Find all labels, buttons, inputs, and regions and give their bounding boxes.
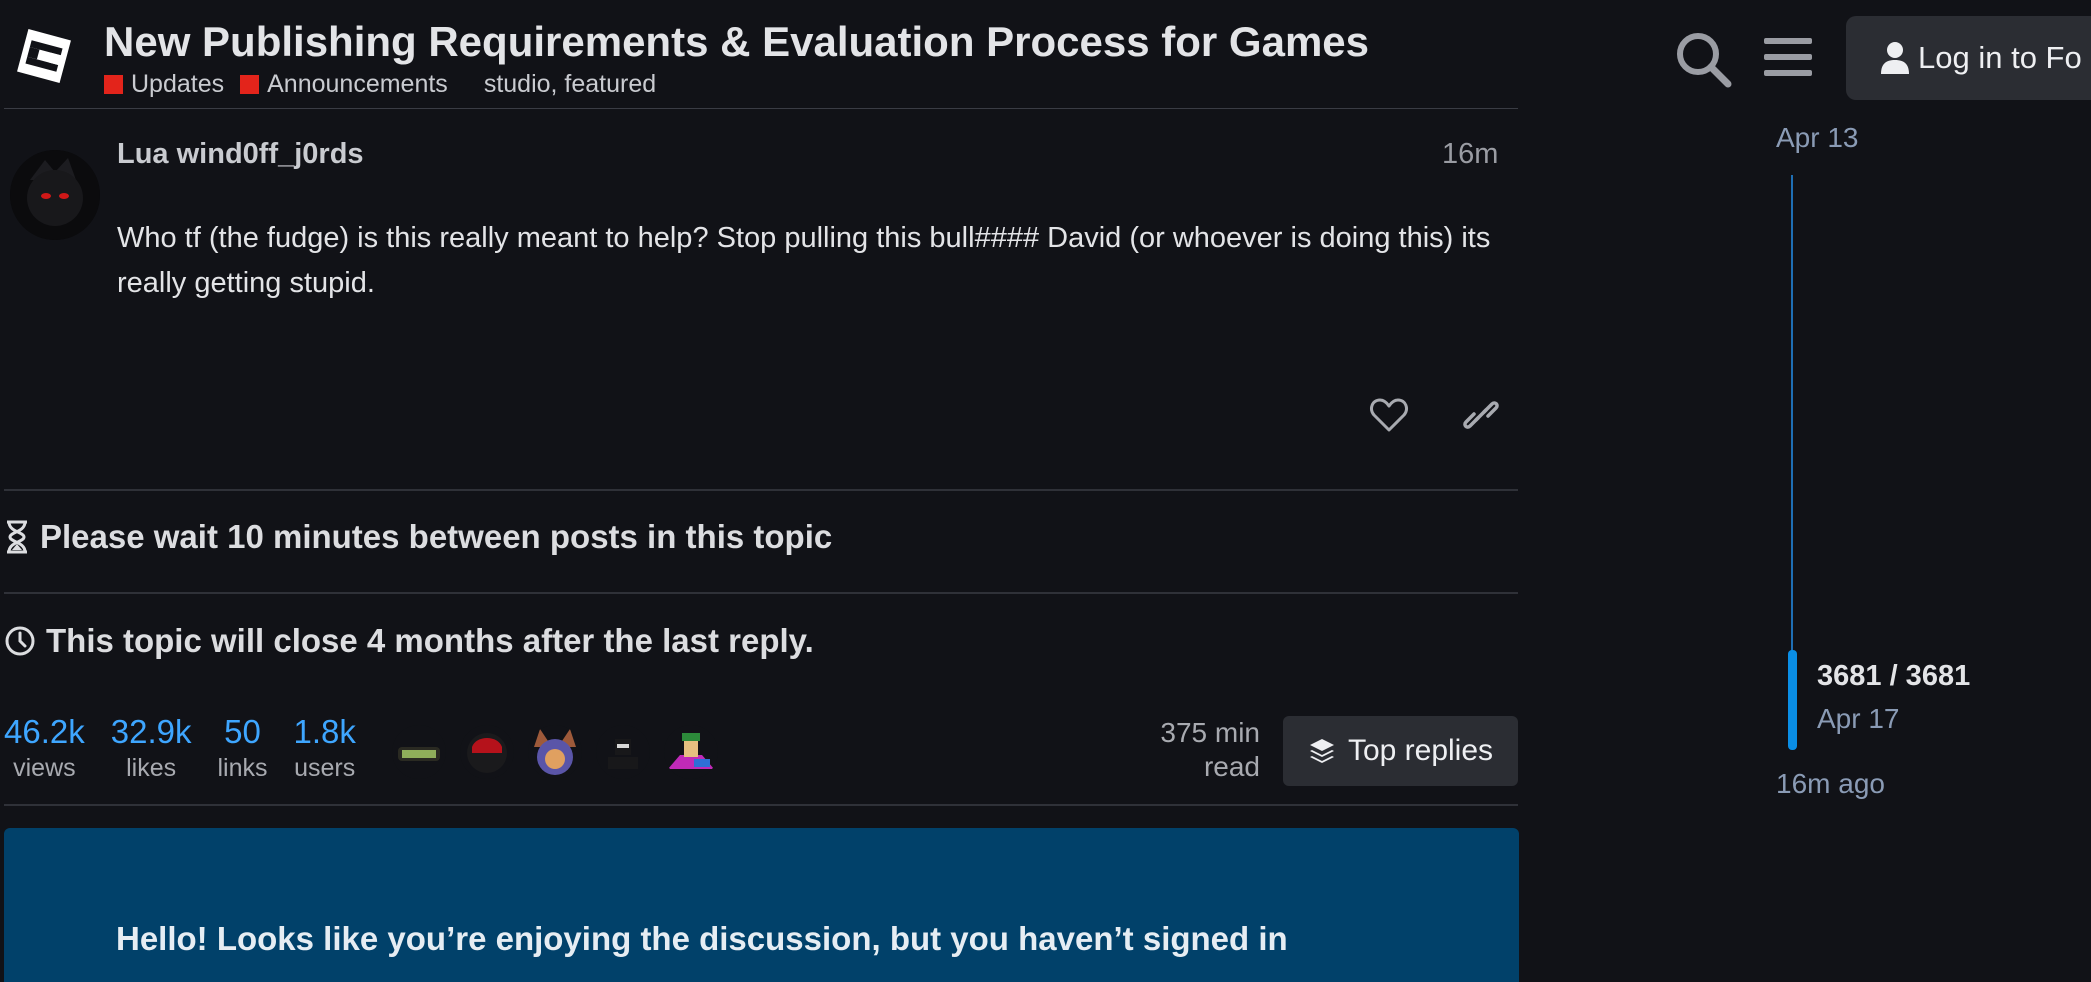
topic-stats: 46.2k views 32.9k likes 50 links 1.8k us…	[4, 712, 382, 784]
heart-icon	[1370, 398, 1408, 432]
timeline-position: 3681 / 3681	[1817, 660, 1971, 692]
participant-avatar[interactable]	[528, 725, 582, 779]
clock-icon	[5, 626, 35, 656]
post-timestamp[interactable]: 16m	[1442, 138, 1498, 171]
post-username[interactable]: Lua wind0ff_j0rds	[117, 138, 364, 171]
topic-tags[interactable]: studio, featured	[484, 70, 656, 99]
timeline-scrollbar-track[interactable]	[1791, 175, 1793, 653]
stat-label: users	[294, 754, 356, 782]
stat-label: likes	[126, 754, 177, 782]
stat-label: links	[217, 754, 268, 782]
top-replies-button[interactable]: Top replies	[1283, 716, 1518, 786]
post-avatar[interactable]	[10, 150, 100, 240]
search-button[interactable]	[1672, 28, 1734, 90]
read-time: 375 min read	[1120, 716, 1260, 784]
like-button[interactable]	[1368, 394, 1410, 436]
category-label: Announcements	[267, 70, 448, 98]
participant-avatar[interactable]	[460, 725, 514, 779]
hamburger-menu-button[interactable]	[1762, 30, 1816, 84]
hamburger-icon	[1764, 38, 1812, 76]
login-button[interactable]: Log in to Fo	[1846, 16, 2091, 100]
site-header: New Publishing Requirements & Evaluation…	[0, 0, 2091, 110]
signup-banner: Hello! Looks like you’re enjoying the di…	[4, 828, 1519, 982]
copy-link-button[interactable]	[1460, 394, 1502, 436]
slow-mode-notice: Please wait 10 minutes between posts in …	[4, 518, 832, 556]
category-color-badge	[104, 75, 123, 94]
search-icon	[1677, 33, 1732, 88]
notice-divider	[4, 592, 1518, 594]
category-updates[interactable]: Updates	[104, 70, 224, 99]
read-time-label: read	[1203, 751, 1260, 782]
auto-close-text: This topic will close 4 months after the…	[46, 622, 814, 659]
topic-title[interactable]: New Publishing Requirements & Evaluation…	[104, 18, 1369, 66]
category-label: Updates	[131, 70, 225, 98]
stat-links[interactable]: 50 links	[217, 712, 267, 784]
stat-value: 50	[224, 713, 261, 750]
post-body: Who tf (the fudge) is this really meant …	[117, 222, 1491, 299]
participant-avatar[interactable]	[392, 725, 446, 779]
roblox-logo[interactable]	[14, 26, 74, 86]
stat-label: views	[13, 754, 76, 782]
stats-divider	[4, 804, 1518, 806]
stat-users[interactable]: 1.8k users	[293, 712, 355, 784]
user-icon	[1881, 42, 1909, 74]
category-announcements[interactable]: Announcements	[240, 70, 448, 99]
header-divider	[4, 108, 1518, 109]
login-label: Log in to Fo	[1918, 40, 2082, 75]
participant-avatar[interactable]	[596, 725, 650, 779]
topic-meta: Updates Announcements studio, featured	[104, 70, 656, 99]
layers-icon	[1309, 739, 1334, 763]
stat-value: 1.8k	[293, 713, 356, 750]
stat-value: 32.9k	[110, 713, 192, 750]
stat-likes: 32.9k likes	[111, 712, 192, 784]
auto-close-notice: This topic will close 4 months after the…	[4, 622, 814, 660]
timeline-current-date: Apr 17	[1817, 703, 1900, 734]
timeline-start-date[interactable]: Apr 13	[1776, 122, 1859, 154]
category-color-badge	[240, 75, 260, 94]
participant-avatar[interactable]	[664, 725, 718, 779]
stat-value: 46.2k	[4, 713, 85, 750]
timeline-scroll-handle[interactable]	[1788, 650, 1797, 750]
top-replies-label: Top replies	[1347, 734, 1494, 767]
timeline-last-activity[interactable]: 16m ago	[1776, 768, 1885, 800]
hourglass-icon	[7, 520, 27, 554]
read-time-value: 375 min	[1160, 717, 1260, 748]
link-icon	[1463, 401, 1499, 429]
slow-mode-text: Please wait 10 minutes between posts in …	[40, 518, 833, 555]
signup-banner-text: Hello! Looks like you’re enjoying the di…	[116, 920, 1288, 957]
stat-views: 46.2k views	[4, 712, 85, 784]
participant-avatars	[392, 725, 732, 779]
post-divider	[4, 489, 1518, 491]
